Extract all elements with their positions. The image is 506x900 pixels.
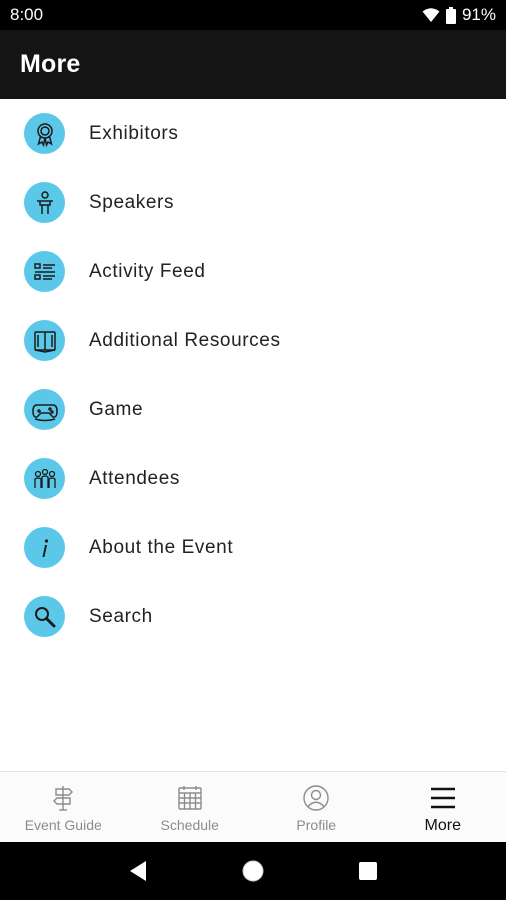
- tab-schedule[interactable]: Schedule: [127, 772, 254, 842]
- podium-speaker-icon: [24, 182, 65, 223]
- bottom-navigation: Event Guide Schedule Profile More: [0, 771, 506, 842]
- profile-icon: [303, 785, 329, 811]
- back-triangle-icon: [129, 861, 146, 881]
- menu-item-label: Search: [89, 605, 153, 627]
- search-icon: [24, 596, 65, 637]
- hamburger-menu-icon: [430, 787, 455, 809]
- app-bar: More: [0, 30, 506, 99]
- book-icon: [24, 320, 65, 361]
- status-time: 8:00: [10, 5, 44, 24]
- ribbon-icon: [24, 113, 65, 154]
- menu-item-label: Attendees: [89, 467, 180, 489]
- menu-item-additional-resources[interactable]: Additional Resources: [0, 306, 506, 375]
- menu-item-label: Activity Feed: [89, 260, 206, 282]
- home-circle-icon: [242, 860, 264, 882]
- tab-profile[interactable]: Profile: [253, 772, 380, 842]
- menu-item-search[interactable]: Search: [0, 582, 506, 651]
- menu-item-label: Additional Resources: [89, 329, 281, 351]
- calendar-icon: [178, 786, 202, 810]
- system-navigation-bar: [0, 842, 506, 900]
- back-button[interactable]: [118, 851, 158, 891]
- info-icon: [24, 527, 65, 568]
- home-button[interactable]: [233, 851, 273, 891]
- menu-item-label: About the Event: [89, 536, 234, 558]
- menu-item-game[interactable]: Game: [0, 375, 506, 444]
- menu-item-activity-feed[interactable]: Activity Feed: [0, 237, 506, 306]
- status-indicators: 91%: [422, 5, 496, 25]
- menu-item-speakers[interactable]: Speakers: [0, 168, 506, 237]
- tab-more[interactable]: More: [380, 772, 506, 842]
- menu-item-attendees[interactable]: Attendees: [0, 444, 506, 513]
- menu-item-exhibitors[interactable]: Exhibitors: [0, 99, 506, 168]
- wifi-icon: [422, 8, 440, 22]
- recents-square-icon: [359, 862, 378, 880]
- page-title: More: [20, 50, 81, 78]
- gamepad-icon: [24, 389, 65, 430]
- tab-label: Schedule: [160, 817, 219, 833]
- tab-label: Event Guide: [24, 817, 102, 833]
- menu-item-label: Game: [89, 398, 144, 420]
- status-bar: 8:00 91%: [0, 0, 506, 30]
- battery-level: 91%: [461, 5, 496, 24]
- tab-label: More: [424, 817, 461, 834]
- signpost-icon: [53, 786, 74, 811]
- group-icon: [24, 458, 65, 499]
- battery-icon: [445, 6, 456, 24]
- list-feed-icon: [24, 251, 65, 292]
- tab-label: Profile: [296, 817, 337, 833]
- menu-item-label: Speakers: [89, 191, 175, 213]
- recents-button[interactable]: [348, 851, 388, 891]
- menu-item-about-the-event[interactable]: About the Event: [0, 513, 506, 582]
- tab-event-guide[interactable]: Event Guide: [0, 772, 127, 842]
- menu-item-label: Exhibitors: [89, 122, 179, 144]
- more-menu-list: Exhibitors Speakers Activity Feed Additi…: [0, 99, 506, 651]
